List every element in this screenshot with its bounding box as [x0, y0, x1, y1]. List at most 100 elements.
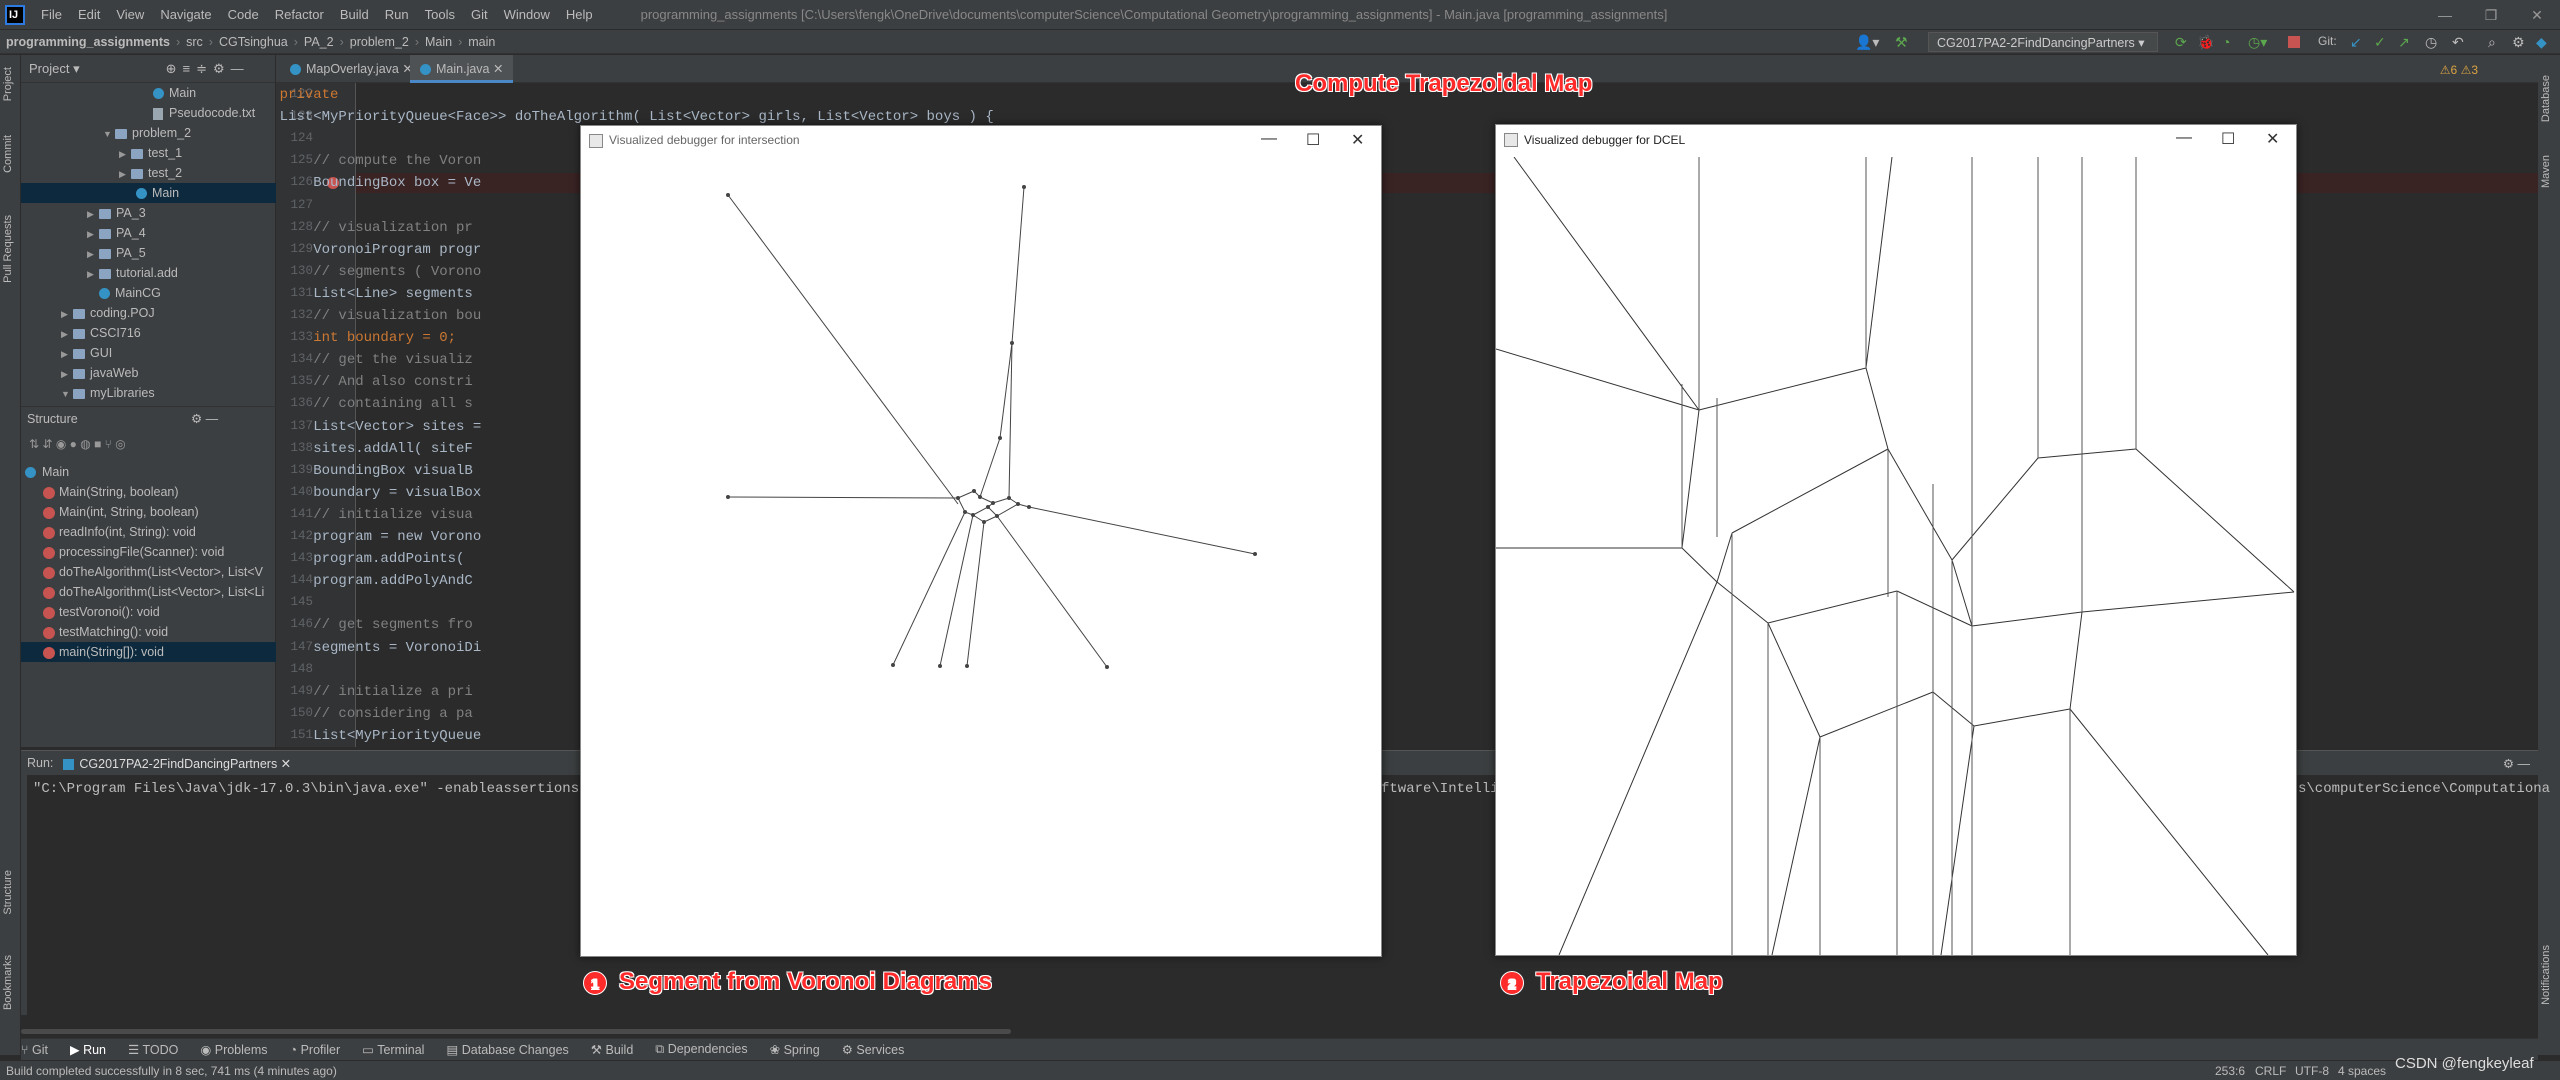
- git-commit-icon[interactable]: ✓: [2374, 34, 2386, 51]
- menu-edit[interactable]: Edit: [70, 7, 108, 22]
- window2-minimize-button[interactable]: —: [2176, 129, 2192, 147]
- menu-code[interactable]: Code: [220, 7, 267, 22]
- tree-item-coding-poj[interactable]: ▶ coding.POJ: [21, 303, 276, 323]
- window1-maximize-button[interactable]: ☐: [1306, 130, 1320, 150]
- tool-dependencies[interactable]: ⧉ Dependencies: [655, 1042, 747, 1057]
- tab-mapoverlay[interactable]: MapOverlay.java ✕: [280, 55, 423, 83]
- options-icon[interactable]: ⚙: [213, 61, 225, 77]
- tree-item-gui[interactable]: ▶ GUI: [21, 343, 276, 363]
- window1-close-button[interactable]: ✕: [1351, 130, 1364, 150]
- tool-terminal[interactable]: ▭ Terminal: [362, 1042, 424, 1057]
- structure-tool-tab[interactable]: Structure: [2, 870, 14, 915]
- tab-main[interactable]: Main.java ✕: [410, 55, 514, 83]
- menu-tools[interactable]: Tools: [417, 7, 463, 22]
- project-tool-tab[interactable]: Project: [2, 67, 14, 101]
- tree-item-mylibraries[interactable]: ▼ myLibraries: [21, 383, 276, 403]
- structure-options-icon[interactable]: ⚙ —: [191, 407, 218, 431]
- dcel-debugger-window[interactable]: Visualized debugger for DCEL — ☐ ✕: [1495, 124, 2297, 956]
- indent-setting[interactable]: 4 spaces: [2338, 1064, 2386, 1078]
- settings-icon[interactable]: ⚙: [2512, 34, 2525, 51]
- git-update-icon[interactable]: ↙: [2350, 34, 2362, 51]
- breadcrumb-class[interactable]: Main: [419, 35, 458, 49]
- hide-icon[interactable]: —: [231, 61, 244, 76]
- menu-view[interactable]: View: [108, 7, 152, 22]
- tool-todo[interactable]: ☰ TODO: [128, 1042, 178, 1057]
- sort-visibility-icon[interactable]: ⇅: [29, 437, 39, 451]
- menu-run[interactable]: Run: [377, 7, 417, 22]
- menu-git[interactable]: Git: [463, 7, 496, 22]
- git-push-icon[interactable]: ↗: [2398, 34, 2410, 51]
- plugin-icon[interactable]: ◆: [2536, 34, 2547, 51]
- breadcrumb-problem2[interactable]: problem_2: [344, 35, 415, 49]
- breadcrumb-pa2[interactable]: PA_2: [298, 35, 340, 49]
- tree-item-tutorial[interactable]: ▶ tutorial.add: [21, 263, 276, 283]
- tree-item-pa3[interactable]: ▶ PA_3: [21, 203, 276, 223]
- structure-member[interactable]: doTheAlgorithm(List<Vector>, List<V: [21, 562, 276, 582]
- search-icon[interactable]: ⌕: [2488, 34, 2496, 51]
- line-separator[interactable]: CRLF: [2255, 1064, 2286, 1078]
- structure-member[interactable]: readInfo(int, String): void: [21, 522, 276, 542]
- run-tab[interactable]: CG2017PA2-2FindDancingPartners ✕: [63, 756, 291, 771]
- breadcrumb-src[interactable]: src: [180, 35, 209, 49]
- tool-git[interactable]: ⑂ Git: [21, 1043, 48, 1057]
- tree-item-test2[interactable]: ▶ test_2: [21, 163, 276, 183]
- window2-maximize-button[interactable]: ☐: [2221, 129, 2235, 149]
- tool-spring[interactable]: ❀ Spring: [770, 1042, 820, 1057]
- tree-item-test1[interactable]: ▶ test_1: [21, 143, 276, 163]
- tool-profiler[interactable]: ◔ Profiler: [290, 1043, 341, 1057]
- console-scrollbar[interactable]: [21, 1029, 1011, 1034]
- close-button[interactable]: ✕: [2514, 0, 2560, 30]
- tool-services[interactable]: ⚙ Services: [842, 1042, 905, 1057]
- menu-help[interactable]: Help: [558, 7, 601, 22]
- run-configuration-select[interactable]: CG2017PA2-2FindDancingPartners ▾: [1928, 32, 2158, 52]
- structure-member[interactable]: processingFile(Scanner): void: [21, 542, 276, 562]
- run-icon[interactable]: ⟳: [2175, 34, 2187, 51]
- pull-requests-tool-tab[interactable]: Pull Requests: [2, 215, 14, 283]
- window1-minimize-button[interactable]: —: [1261, 130, 1277, 148]
- profile-icon[interactable]: ◷▾: [2248, 34, 2267, 51]
- status-message[interactable]: Build completed successfully in 8 sec, 7…: [6, 1064, 337, 1078]
- show-lambdas-icon[interactable]: ■: [94, 437, 101, 451]
- expand-all-icon[interactable]: ≡: [183, 61, 191, 76]
- commit-tool-tab[interactable]: Commit: [2, 135, 14, 173]
- menu-navigate[interactable]: Navigate: [152, 7, 219, 22]
- notifications-tool-tab[interactable]: Notifications: [2540, 945, 2552, 1005]
- tree-item-problem2[interactable]: ▼ problem_2: [21, 123, 276, 143]
- file-encoding[interactable]: UTF-8: [2295, 1064, 2329, 1078]
- collapse-all-icon[interactable]: ≑: [196, 61, 207, 77]
- tool-build[interactable]: ⚒ Build: [591, 1042, 633, 1057]
- tool-database-changes[interactable]: ▤ Database Changes: [446, 1042, 568, 1057]
- sort-alpha-icon[interactable]: ⇵: [42, 437, 52, 451]
- structure-member[interactable]: Main(int, String, boolean): [21, 502, 276, 522]
- history-icon[interactable]: ◷: [2425, 34, 2437, 51]
- menu-window[interactable]: Window: [496, 7, 558, 22]
- inspection-warnings-badge[interactable]: ⚠6 ⚠3: [2440, 63, 2478, 77]
- database-tool-tab[interactable]: Database: [2540, 75, 2552, 122]
- maximize-button[interactable]: ❐: [2468, 0, 2514, 30]
- show-fields-icon[interactable]: ●: [70, 437, 77, 451]
- tool-run[interactable]: ▶ Run: [70, 1042, 106, 1057]
- maven-tool-tab[interactable]: Maven: [2540, 155, 2552, 188]
- tree-item-pseudocode[interactable]: Pseudocode.txt: [21, 103, 276, 123]
- tree-item-pa5[interactable]: ▶ PA_5: [21, 243, 276, 263]
- breadcrumb-method[interactable]: main: [462, 35, 501, 49]
- structure-member[interactable]: testMatching(): void: [21, 622, 276, 642]
- build-hammer-icon[interactable]: ⚒: [1895, 34, 1908, 51]
- breadcrumb-project[interactable]: programming_assignments: [0, 35, 176, 49]
- user-icon[interactable]: 👤▾: [1855, 34, 1879, 51]
- menu-refactor[interactable]: Refactor: [267, 7, 332, 22]
- window2-close-button[interactable]: ✕: [2266, 129, 2279, 149]
- run-settings-icon[interactable]: ⚙ —: [2503, 756, 2530, 771]
- tree-item-main[interactable]: Main: [21, 83, 276, 103]
- show-non-public-icon[interactable]: ◍: [80, 437, 90, 451]
- tool-problems[interactable]: ◉ Problems: [200, 1042, 267, 1057]
- debug-icon[interactable]: 🐞: [2197, 34, 2214, 51]
- show-inherited-icon[interactable]: ◉: [56, 437, 66, 451]
- tree-item-main-selected[interactable]: Main: [21, 183, 276, 203]
- structure-member[interactable]: testVoronoi(): void: [21, 602, 276, 622]
- autoscroll-icon[interactable]: ⑂: [105, 437, 112, 451]
- stop-icon[interactable]: [2288, 36, 2300, 48]
- tree-item-maincg[interactable]: MainCG: [21, 283, 276, 303]
- structure-member[interactable]: Main(String, boolean): [21, 482, 276, 502]
- rollback-icon[interactable]: ↶: [2452, 34, 2464, 51]
